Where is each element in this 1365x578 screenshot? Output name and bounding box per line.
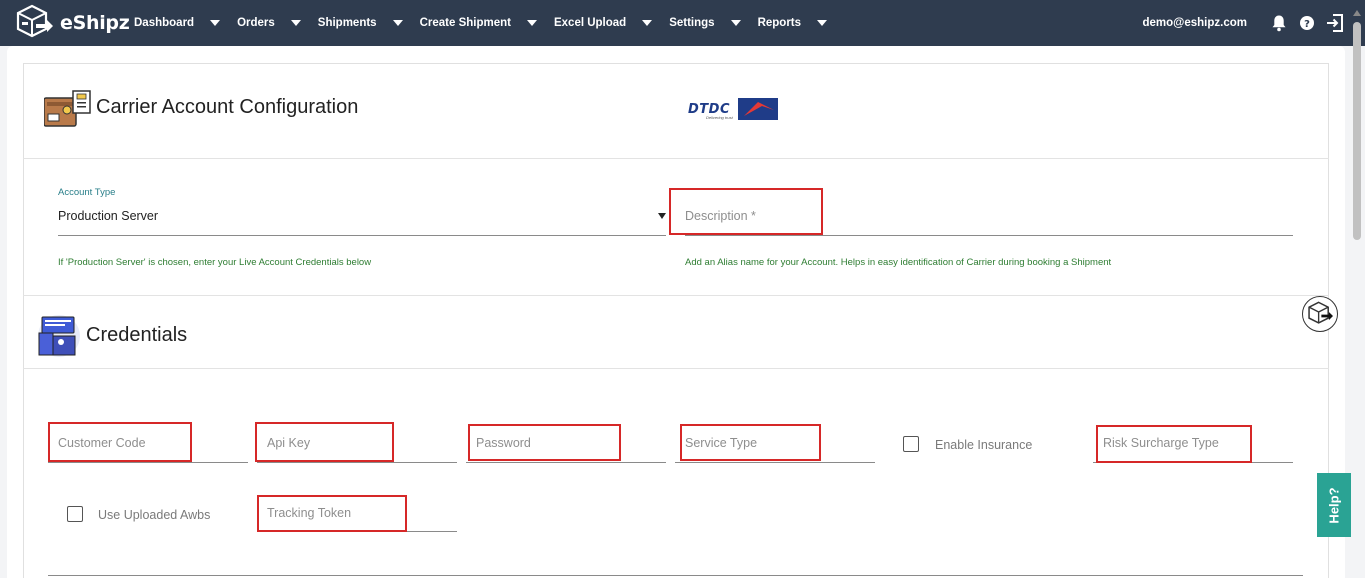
help-circle-icon[interactable]: ? bbox=[1297, 13, 1317, 33]
scroll-up-icon[interactable] bbox=[1353, 10, 1361, 16]
description-underline bbox=[685, 235, 1293, 236]
customer-code-underline bbox=[48, 462, 248, 463]
credentials-icon bbox=[38, 315, 80, 357]
nav-create-shipment[interactable]: Create Shipment bbox=[420, 17, 554, 29]
logout-icon[interactable] bbox=[1325, 13, 1345, 33]
caret-down-icon bbox=[290, 20, 301, 26]
account-type-underline bbox=[58, 235, 666, 236]
use-uploaded-awbs-checkbox[interactable] bbox=[67, 506, 83, 522]
highlight-box bbox=[1096, 425, 1252, 463]
account-type-select[interactable]: Production Server bbox=[58, 209, 158, 223]
scrollbar-thumb[interactable] bbox=[1353, 22, 1361, 240]
enable-insurance-checkbox[interactable] bbox=[903, 436, 919, 452]
nav-label: Shipments bbox=[317, 17, 377, 29]
caret-down-icon bbox=[642, 20, 653, 26]
nav-label: Create Shipment bbox=[419, 17, 511, 29]
highlight-box bbox=[680, 424, 821, 461]
nav-orders[interactable]: Orders bbox=[237, 17, 318, 29]
config-card bbox=[23, 63, 1329, 578]
section-divider bbox=[23, 158, 1329, 159]
highlight-box bbox=[669, 188, 823, 235]
help-tab[interactable]: Help? bbox=[1317, 473, 1351, 537]
api-key-underline bbox=[257, 462, 457, 463]
use-uploaded-awbs-label: Use Uploaded Awbs bbox=[98, 508, 211, 522]
nav-excel-upload[interactable]: Excel Upload bbox=[554, 17, 669, 29]
top-navbar: eShipz Dashboard Orders Shipments Create… bbox=[0, 0, 1365, 46]
nav-label: Reports bbox=[757, 17, 802, 29]
highlight-box bbox=[468, 424, 621, 461]
highlight-box bbox=[255, 422, 394, 462]
highlight-box bbox=[257, 495, 407, 532]
floating-app-button[interactable] bbox=[1302, 296, 1338, 332]
service-type-underline bbox=[675, 462, 875, 463]
password-underline bbox=[466, 462, 666, 463]
nav-label: Excel Upload bbox=[553, 17, 627, 29]
enable-insurance-label: Enable Insurance bbox=[935, 438, 1033, 452]
form-bottom-underline bbox=[48, 575, 1303, 576]
caret-down-icon bbox=[392, 20, 403, 26]
credentials-title: Credentials bbox=[86, 324, 188, 346]
nav-settings[interactable]: Settings bbox=[669, 17, 757, 29]
user-email[interactable]: demo@eshipz.com bbox=[1142, 17, 1247, 29]
account-type-label: Account Type bbox=[58, 187, 116, 198]
help-label: Help? bbox=[1326, 486, 1342, 524]
page-title: Carrier Account Configuration bbox=[96, 96, 359, 118]
description-hint: Add an Alias name for your Account. Help… bbox=[685, 257, 1112, 268]
nav-shipments[interactable]: Shipments bbox=[318, 17, 420, 29]
caret-down-icon[interactable] bbox=[658, 213, 666, 219]
nav-reports[interactable]: Reports bbox=[758, 17, 844, 29]
section-divider bbox=[23, 295, 1329, 296]
section-divider bbox=[23, 368, 1329, 369]
nav-menu: Dashboard Orders Shipments Create Shipme… bbox=[134, 0, 844, 46]
svg-text:?: ? bbox=[1304, 19, 1310, 30]
nav-right: demo@eshipz.com ? bbox=[1142, 0, 1345, 46]
nav-label: Orders bbox=[237, 17, 275, 29]
box-logo-icon bbox=[1308, 301, 1333, 324]
nav-dashboard[interactable]: Dashboard bbox=[134, 17, 237, 29]
nav-label: Settings bbox=[669, 17, 715, 29]
nav-label: Dashboard bbox=[134, 17, 195, 29]
caret-down-icon bbox=[526, 20, 537, 26]
caret-down-icon bbox=[817, 20, 828, 26]
brand-logo[interactable]: eShipz bbox=[14, 4, 130, 42]
carrier-logo-tagline: Delivering trust bbox=[706, 115, 733, 120]
box-logo-icon bbox=[16, 4, 53, 38]
brand-name: eShipz bbox=[60, 12, 130, 34]
caret-down-icon bbox=[730, 20, 741, 26]
carrier-config-icon bbox=[44, 90, 91, 127]
caret-down-icon bbox=[210, 20, 221, 26]
runner-icon bbox=[744, 102, 774, 116]
highlight-box bbox=[48, 422, 192, 462]
bell-icon[interactable] bbox=[1269, 13, 1289, 33]
account-type-hint: If 'Production Server' is chosen, enter … bbox=[58, 257, 372, 268]
carrier-logo: DTDC Delivering trust bbox=[688, 98, 778, 122]
